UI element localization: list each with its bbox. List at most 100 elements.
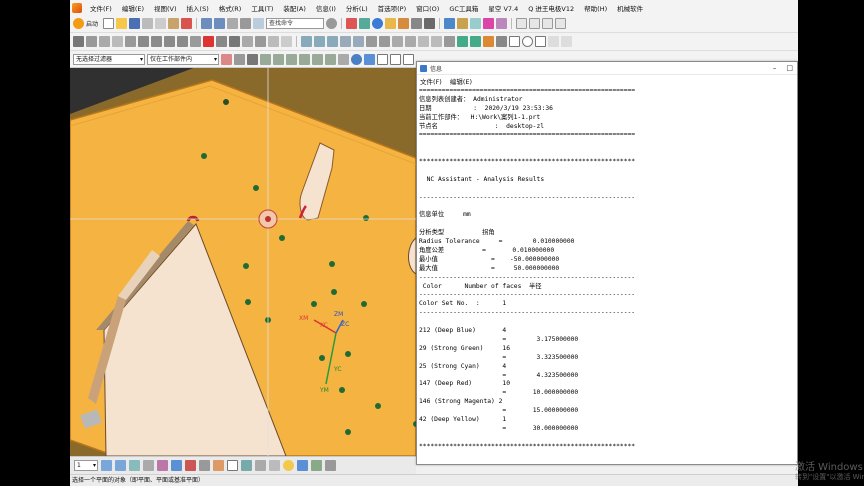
info-menu-edit[interactable]: 编辑(E) [450,76,472,86]
render-style-icon[interactable] [171,460,182,471]
quadrant-snap-icon[interactable] [299,53,310,65]
hole-icon[interactable] [125,36,136,47]
menu-help[interactable]: 帮助(H) [579,3,612,13]
curve-snap-icon[interactable] [377,53,388,65]
copy-face-icon[interactable] [268,36,279,47]
replace-face-icon[interactable] [203,36,214,47]
plus-icon[interactable] [255,460,266,471]
command-search-input[interactable]: 查找命令 [266,18,325,29]
grid-icon[interactable] [199,460,210,471]
chamfer-icon[interactable] [379,36,390,47]
pan-icon[interactable] [143,460,154,471]
existing-point-snap-icon[interactable] [325,53,336,65]
start-icon[interactable] [73,18,84,29]
polygon-icon[interactable] [535,36,546,47]
repeat-command-icon[interactable] [227,18,239,29]
deselect-icon[interactable] [234,53,245,65]
pattern-icon[interactable] [431,36,442,47]
draft-icon[interactable] [392,36,403,47]
menu-electrode[interactable]: Q 进王电极V12 [523,3,579,13]
lightbulb-icon[interactable] [283,460,294,471]
menu-xingkong[interactable]: 星空 V7.4 [483,3,523,13]
minimize-icon[interactable]: – [773,64,777,72]
menu-edit[interactable]: 编辑(E) [117,3,149,13]
selection-filter-select[interactable]: 无选择过滤器 [73,53,145,65]
menu-tools[interactable]: 工具(T) [246,3,278,13]
ruler-icon[interactable] [213,460,224,471]
menu-preferences[interactable]: 首选项(P) [373,3,412,13]
snap-point-icon[interactable] [247,53,258,65]
point-icon[interactable] [496,18,508,29]
maximize-icon[interactable]: □ [786,64,793,72]
line-snap-icon[interactable] [390,53,401,65]
menu-view[interactable]: 视图(V) [149,3,182,13]
cut-icon[interactable] [142,18,154,29]
menu-machinery-software[interactable]: 机械软件 [612,3,648,13]
intersection-snap-icon[interactable] [312,53,323,65]
extrude-icon[interactable] [86,36,97,47]
move-icon[interactable] [457,18,469,29]
start-button[interactable]: 启动 [86,19,98,28]
edge-blend-icon[interactable] [366,36,377,47]
select-all-icon[interactable] [221,53,232,65]
orient-view-icon[interactable] [157,460,168,471]
zoom-icon[interactable] [115,460,126,471]
pen-icon[interactable] [403,53,414,65]
menu-format[interactable]: 格式(R) [214,3,247,13]
selection-scope-select[interactable]: 仅在工作部件内 [147,53,219,65]
thicken-icon[interactable] [418,36,429,47]
search-icon[interactable] [326,18,338,29]
snap-icon[interactable] [561,36,572,47]
analysis-icon[interactable] [483,36,494,47]
rotate-icon[interactable] [470,18,482,29]
graphics-viewport[interactable]: XM XC ZM ZC YC YM [70,68,416,456]
layer-settings-icon[interactable] [311,460,322,471]
table-icon[interactable] [346,18,358,29]
center-snap-icon[interactable] [286,53,297,65]
part-navigator-icon[interactable] [359,18,371,29]
delete-icon[interactable] [181,18,193,29]
camera-icon[interactable] [325,460,336,471]
copy-icon[interactable] [155,18,167,29]
split-body-icon[interactable] [353,36,364,47]
fit-view-icon[interactable] [101,460,112,471]
color-icon[interactable] [424,18,436,29]
information-text-area[interactable]: ========================================… [417,87,797,464]
shell-icon[interactable] [405,36,416,47]
unite-icon[interactable] [301,36,312,47]
view-selection-icon[interactable] [351,53,362,65]
new-file-icon[interactable] [103,18,115,29]
intersect-icon[interactable] [327,36,338,47]
open-folder-icon[interactable] [116,18,128,29]
subtract-icon[interactable] [314,36,325,47]
view-scale-select[interactable]: 1 [74,460,98,471]
measure-distance-icon[interactable] [457,36,468,47]
menu-assembly[interactable]: 装配(A) [278,3,311,13]
paste-face-icon[interactable] [281,36,292,47]
measure-angle-icon[interactable] [470,36,481,47]
box-icon[interactable] [398,18,410,29]
redo-icon[interactable] [214,18,226,29]
line-width-icon[interactable] [227,460,238,471]
fillet-icon[interactable] [548,36,559,47]
menu-gc-toolkit[interactable]: GC工具箱 [444,3,483,13]
offset-face-icon[interactable] [190,36,201,47]
info-menu-file[interactable]: 文件(F) [420,76,442,86]
save-icon[interactable] [129,18,141,29]
undo-icon[interactable] [201,18,213,29]
menu-insert[interactable]: 插入(S) [182,3,214,13]
endpoint-snap-icon[interactable] [260,53,271,65]
midpoint-snap-icon[interactable] [273,53,284,65]
arrow-up-icon[interactable] [164,36,175,47]
arc-icon[interactable] [529,18,541,29]
sketch-icon[interactable] [73,36,84,47]
plane-icon[interactable] [555,18,567,29]
menu-file[interactable]: 文件(F) [85,3,117,13]
face-snap-icon[interactable] [338,53,349,65]
section-icon[interactable] [496,36,507,47]
snap-grid-icon[interactable] [241,460,252,471]
menu-window[interactable]: 窗口(O) [411,3,444,13]
touch-mode-icon[interactable] [240,18,252,29]
wcs-icon[interactable] [444,18,456,29]
line-icon[interactable] [516,18,528,29]
